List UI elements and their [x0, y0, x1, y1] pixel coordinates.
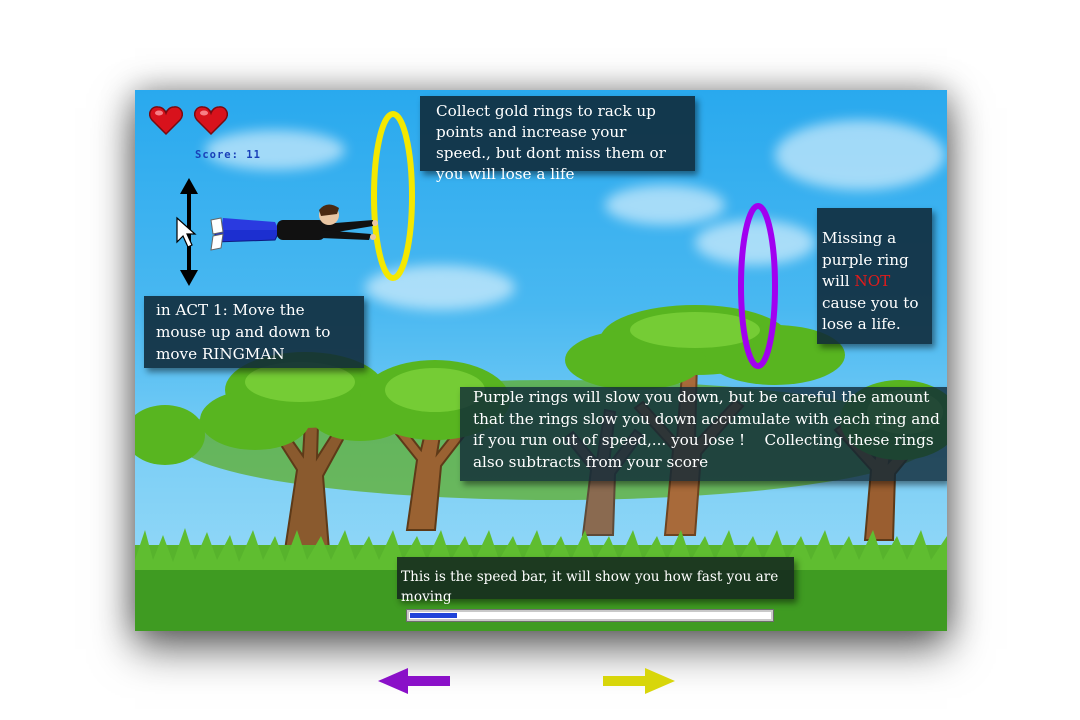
tip-gold-rings: Collect gold rings to rack up points and… [420, 96, 695, 183]
tip-act1-controls-text: in ACT 1: Move the mouse up and down to … [156, 301, 331, 363]
speed-bar-fill [410, 613, 457, 618]
tip-purple-rings: Purple rings will slow you down, but be … [460, 387, 947, 481]
arrow-right-icon[interactable] [603, 668, 675, 694]
score-display: Score: 11 [195, 149, 261, 161]
tip-purple-miss-emphasis: NOT [854, 272, 891, 290]
arrow-left-icon[interactable] [378, 668, 450, 694]
gold-ring [371, 111, 415, 281]
tip-purple-miss: Missing a purple ring will NOT cause you… [817, 208, 932, 344]
tip-gold-rings-text: Collect gold rings to rack up points and… [436, 102, 666, 183]
heart-icon [149, 106, 183, 136]
speed-bar [406, 609, 774, 622]
mouse-cursor-icon [176, 216, 197, 248]
game-viewport[interactable]: Score: 11 Collect gold rings to rack up … [135, 90, 947, 631]
tip-speed-bar-text: This is the speed bar, it will show you … [401, 569, 779, 605]
tip-purple-rings-text: Purple rings will slow you down, but be … [473, 388, 945, 471]
ringman-character [210, 204, 378, 251]
tip-speed-bar: This is the speed bar, it will show you … [397, 557, 794, 605]
tip-act1-controls: in ACT 1: Move the mouse up and down to … [144, 296, 364, 368]
heart-icon [194, 106, 228, 136]
tip-purple-miss-text-end: cause you to lose a life. [822, 293, 919, 334]
